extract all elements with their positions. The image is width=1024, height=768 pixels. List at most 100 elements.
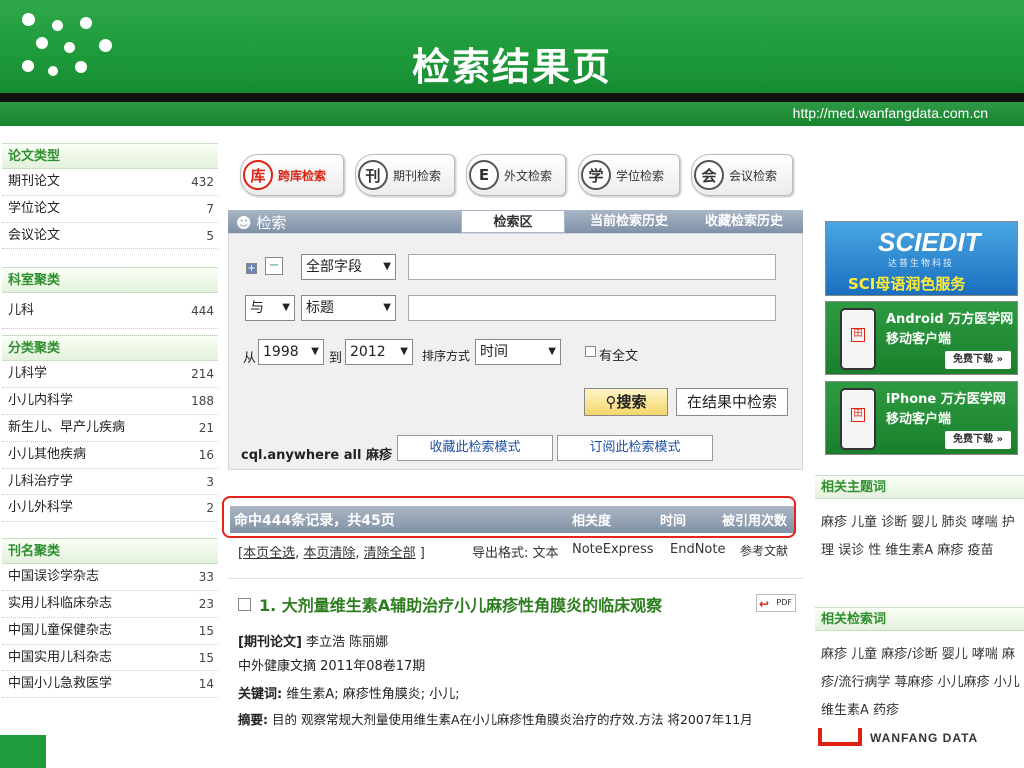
sciedit-tagline: SCI母语润色服务: [848, 275, 966, 293]
iphone-ad[interactable]: 田 iPhone 万方医学网 移动客户端 免费下载 »: [825, 381, 1018, 455]
wanfang-mark-icon: [818, 728, 862, 746]
export-label[interactable]: 导出格式: 文本: [472, 542, 559, 561]
from-year-select[interactable]: 1998 ▼: [258, 339, 324, 365]
journal-icon: 刊: [358, 160, 388, 190]
tab-cross-db[interactable]: 库 跨库检索: [240, 154, 344, 196]
clear-page-link[interactable]: 本页清除: [303, 546, 355, 561]
save-mode-button[interactable]: 收藏此检索模式: [397, 435, 553, 461]
sciedit-logo: SCIEDIT: [878, 227, 981, 257]
facet-item[interactable]: 中国儿童保健杂志 15: [2, 618, 218, 645]
sciedit-ad[interactable]: SCIEDIT 达普生物科技 SCI母语润色服务: [825, 221, 1018, 296]
related-topics-title: 相关主题词: [815, 475, 1024, 499]
tab-degree[interactable]: 学 学位检索: [578, 154, 680, 196]
tab-label: 跨库检索: [278, 168, 327, 183]
search-input-2[interactable]: [408, 295, 776, 321]
tab-conference[interactable]: 会 会议检索: [691, 154, 793, 196]
facet-title: 论文类型: [2, 143, 218, 169]
chevron-down-icon: ▼: [400, 346, 408, 357]
result-authors[interactable]: 李立浩 陈丽娜: [306, 635, 388, 650]
search-input-1[interactable]: [408, 254, 776, 280]
export-noteexpress[interactable]: NoteExpress: [572, 542, 654, 557]
tab-foreign[interactable]: E 外文检索: [466, 154, 566, 196]
facet-department: 科室聚类 儿科 444: [2, 267, 218, 330]
facet-item[interactable]: 小儿其他疾病 16: [2, 442, 218, 469]
export-endnote[interactable]: EndNote: [670, 542, 725, 557]
foreign-icon: E: [469, 160, 499, 190]
field-select-1[interactable]: 全部字段 ▼: [301, 254, 396, 280]
search-button[interactable]: ⚲搜索: [584, 388, 668, 416]
degree-icon: 学: [581, 160, 611, 190]
footer-accent: [0, 735, 46, 768]
subscribe-mode-button[interactable]: 订阅此检索模式: [557, 435, 713, 461]
facet-title: 科室聚类: [2, 267, 218, 294]
facet-item[interactable]: 新生儿、早产儿疾病 21: [2, 415, 218, 442]
sort-label: 排序方式: [422, 349, 471, 363]
facet-item[interactable]: 会议论文 5: [2, 223, 218, 250]
cross-db-icon: 库: [243, 160, 273, 190]
result-checkbox[interactable]: [238, 598, 251, 611]
phone-icon: 田: [840, 388, 876, 450]
query-string: cql.anywhere all 麻疹: [241, 448, 392, 463]
facet-item[interactable]: 儿科学 214: [2, 361, 218, 389]
select-all-link[interactable]: 本页全选: [243, 546, 295, 561]
facet-item[interactable]: 小儿内科学 188: [2, 388, 218, 415]
android-download-button[interactable]: 免费下载 »: [945, 351, 1011, 369]
facet-classification: 分类聚类 儿科学 214 小儿内科学 188 新生儿、早产儿疾病 21 小儿其他疾病 1…: [2, 335, 218, 523]
plus-icon[interactable]: +: [246, 263, 257, 274]
facet-item[interactable]: 期刊论文 432: [2, 169, 218, 196]
tab-label: 学位检索: [616, 168, 665, 183]
chevron-down-icon: ▼: [383, 302, 391, 313]
related-terms-list[interactable]: 麻疹 儿童 麻疹/诊断 婴儿 哮喘 麻疹/流行病学 荨麻疹 小儿麻疹 小儿 维生…: [821, 641, 1024, 725]
tab-label: 外文检索: [504, 168, 553, 183]
facet-item[interactable]: 中国小儿急救医学 14: [2, 671, 218, 699]
facet-item[interactable]: 小儿外科学 2: [2, 495, 218, 523]
result-source[interactable]: 中外健康文摘 2011年08卷17期: [238, 655, 425, 674]
to-year-select[interactable]: 2012 ▼: [345, 339, 413, 365]
iphone-download-button[interactable]: 免费下载 »: [945, 431, 1011, 449]
facet-journal: 刊名聚类 中国误诊学杂志 33 实用儿科临床杂志 23 中国儿童保健杂志 15 中国实…: [2, 538, 218, 699]
android-line1: Android 万方医学网: [886, 312, 1014, 327]
facet-item[interactable]: 儿科 444: [2, 293, 218, 330]
phone-icon: 田: [840, 308, 876, 370]
user-search-icon: ☻: [236, 214, 252, 232]
to-label: 到: [329, 351, 343, 366]
conference-icon: 会: [694, 160, 724, 190]
related-topics-list[interactable]: 麻疹 儿童 诊断 婴儿 肺炎 哮喘 护理 误诊 性 维生素A 麻疹 疫苗: [821, 509, 1024, 565]
subtab-saved-history[interactable]: 收藏检索历史: [690, 210, 798, 233]
header-divider: [0, 93, 1024, 102]
subtab-search-area[interactable]: 检索区: [461, 210, 565, 233]
subtab-current-history[interactable]: 当前检索历史: [575, 210, 683, 233]
decorative-dot: [80, 17, 92, 29]
chevron-down-icon: ▼: [548, 346, 556, 357]
facet-item[interactable]: 中国误诊学杂志 33: [2, 564, 218, 591]
facet-item[interactable]: 实用儿科临床杂志 23: [2, 591, 218, 618]
minus-icon[interactable]: −: [265, 257, 283, 275]
facet-item[interactable]: 儿科治疗学 3: [2, 469, 218, 496]
sort-select[interactable]: 时间 ▼: [475, 339, 561, 365]
facet-item[interactable]: 学位论文 7: [2, 196, 218, 223]
site-url[interactable]: http://med.wanfangdata.com.cn: [793, 105, 988, 121]
iphone-line1: iPhone 万方医学网: [886, 392, 1006, 407]
logo-text: WANFANG DATA: [870, 731, 979, 745]
field-select-2[interactable]: 标题 ▼: [301, 295, 396, 321]
divider: [228, 578, 803, 579]
result-type: [期刊论文]: [238, 635, 302, 650]
magnifier-icon: ⚲: [605, 393, 617, 411]
fulltext-checkbox[interactable]: [585, 346, 596, 357]
tab-journal[interactable]: 刊 期刊检索: [355, 154, 455, 196]
facet-item[interactable]: 中国实用儿科杂志 15: [2, 645, 218, 672]
search-area: + − 全部字段 ▼ 与 ▼ 标题 ▼ 从 1998 ▼ 到 2012 ▼ 排序方式 时间…: [228, 233, 803, 470]
clear-all-link[interactable]: 清除全部: [364, 546, 416, 561]
right-sidebar: SCIEDIT 达普生物科技 SCI母语润色服务 田 Android 万方医学网…: [815, 141, 1024, 735]
iphone-line2: 移动客户端: [886, 412, 952, 427]
decorative-dot: [52, 20, 63, 31]
logic-select[interactable]: 与 ▼: [245, 295, 295, 321]
pdf-icon[interactable]: ↩ PDF: [756, 594, 796, 612]
export-reference[interactable]: 参考文献: [740, 542, 788, 559]
chevron-down-icon: ▼: [311, 346, 319, 357]
result-title-link[interactable]: 1. 大剂量维生素A辅助治疗小儿麻疹性角膜炎的临床观察: [259, 592, 662, 616]
facet-title: 分类聚类: [2, 335, 218, 362]
android-ad[interactable]: 田 Android 万方医学网 移动客户端 免费下载 »: [825, 301, 1018, 375]
refine-search-button[interactable]: 在结果中检索: [676, 388, 788, 416]
search-header: ☻ 检索 检索区 当前检索历史 收藏检索历史: [228, 210, 803, 233]
